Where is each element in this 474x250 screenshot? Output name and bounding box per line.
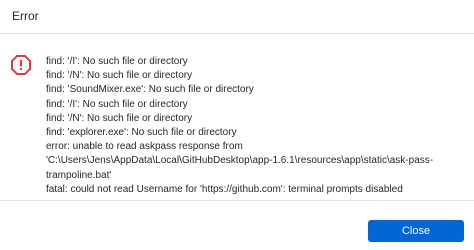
dialog-header: Error <box>0 0 474 34</box>
error-dialog: Error find: '/I': No such file or direct… <box>0 0 474 250</box>
message-line: find: '/N': No such file or directory <box>46 70 193 82</box>
message-line: find: 'SoundMixer.exe': No such file or … <box>46 84 254 96</box>
message-line: find: '/I': No such file or directory <box>46 98 188 110</box>
message-line: find: 'explorer.exe': No such file or di… <box>46 127 237 139</box>
message-line: fatal: could not read Username for 'http… <box>46 183 403 195</box>
error-message: find: '/I': No such file or directory fi… <box>46 55 466 197</box>
dialog-footer: Close <box>0 200 474 250</box>
message-line: find: '/I': No such file or directory <box>46 56 188 67</box>
dialog-title: Error <box>12 9 39 23</box>
message-line: error: unable to read askpass response f… <box>46 141 434 181</box>
message-line: find: '/N': No such file or directory <box>46 112 193 124</box>
error-icon <box>11 55 31 75</box>
close-button[interactable]: Close <box>368 220 464 242</box>
